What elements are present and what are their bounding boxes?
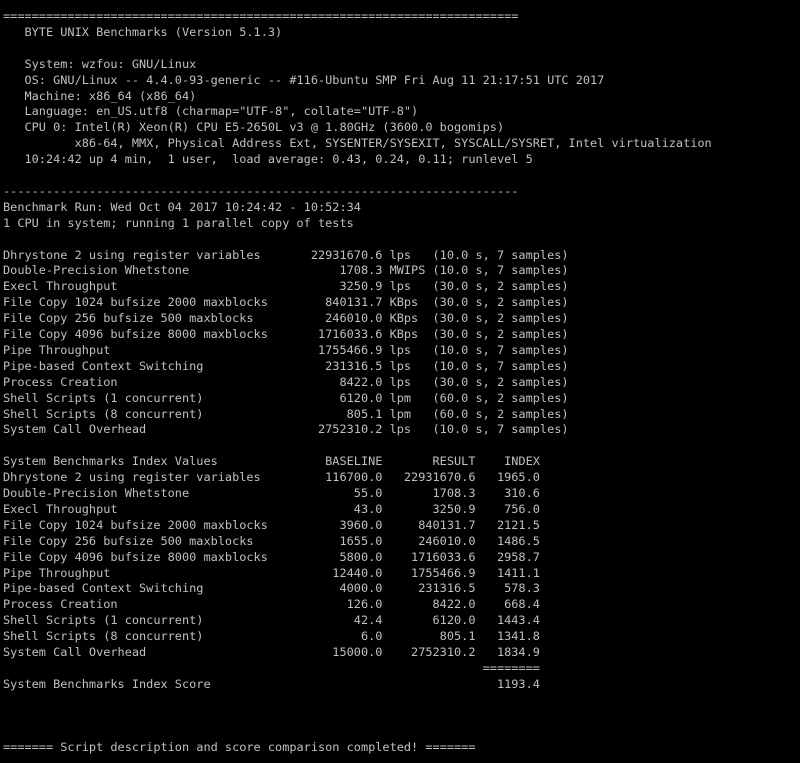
terminal-line: System Benchmarks Index Values BASELINE … — [3, 454, 540, 469]
terminal-line: System Benchmarks Index Score 1193.4 — [3, 676, 540, 691]
terminal-line: Double-Precision Whetstone 55.0 1708.3 3… — [3, 486, 540, 500]
terminal-line: ======= Script description and score com… — [3, 740, 476, 755]
terminal-line: File Copy 256 bufsize 500 maxblocks 1655… — [3, 533, 540, 548]
terminal-line: System Call Overhead 15000.0 2752310.2 1… — [3, 645, 540, 659]
terminal-window[interactable]: ========================================… — [0, 0, 800, 763]
terminal-line: System Call Overhead 2752310.2 lps (10.0… — [3, 422, 569, 437]
terminal-line: Dhrystone 2 using register variables 229… — [3, 247, 569, 262]
terminal-line: Pipe Throughput 12440.0 1755466.9 1411.1 — [3, 565, 540, 580]
terminal-line: 1 CPU in system; running 1 parallel copy… — [3, 215, 354, 230]
terminal-line: Pipe-based Context Switching 231316.5 lp… — [3, 358, 569, 373]
terminal-line: Shell Scripts (8 concurrent) 805.1 lpm (… — [3, 406, 569, 421]
terminal-line: Shell Scripts (1 concurrent) 42.4 6120.0… — [3, 613, 540, 628]
terminal-line: File Copy 4096 bufsize 8000 maxblocks 17… — [3, 327, 569, 341]
terminal-line: CPU 0: Intel(R) Xeon(R) CPU E5-2650L v3 … — [3, 120, 505, 135]
terminal-line: File Copy 4096 bufsize 8000 maxblocks 58… — [3, 549, 540, 564]
terminal-line: 10:24:42 up 4 min, 1 user, load average:… — [3, 152, 533, 167]
terminal-line: Benchmark Run: Wed Oct 04 2017 10:24:42 … — [3, 199, 361, 214]
terminal-line: ----------------------------------------… — [3, 183, 519, 198]
terminal-line: OS: GNU/Linux -- 4.4.0-93-generic -- #11… — [3, 72, 605, 87]
terminal-line: BYTE UNIX Benchmarks (Version 5.1.3) — [3, 24, 283, 39]
terminal-line: Pipe Throughput 1755466.9 lps (10.0 s, 7… — [3, 342, 569, 357]
terminal-line: x86-64, MMX, Physical Address Ext, SYSEN… — [3, 136, 712, 151]
terminal-line: Pipe-based Context Switching 4000.0 2313… — [3, 581, 540, 596]
terminal-line: Execl Throughput 43.0 3250.9 756.0 — [3, 501, 540, 516]
terminal-line: System: wzfou: GNU/Linux — [3, 56, 197, 71]
terminal-line: Language: en_US.utf8 (charmap="UTF-8", c… — [3, 104, 419, 119]
terminal-line: ========================================… — [3, 9, 519, 23]
terminal-line: Shell Scripts (8 concurrent) 6.0 805.1 1… — [3, 629, 540, 644]
terminal-line: File Copy 1024 bufsize 2000 maxblocks 84… — [3, 295, 569, 310]
terminal-line: Process Creation 8422.0 lps (30.0 s, 2 s… — [3, 374, 569, 389]
terminal-line: File Copy 256 bufsize 500 maxblocks 2460… — [3, 311, 569, 326]
terminal-line: Dhrystone 2 using register variables 116… — [3, 470, 540, 485]
terminal-line: Process Creation 126.0 8422.0 668.4 — [3, 597, 540, 612]
terminal-line: Double-Precision Whetstone 1708.3 MWIPS … — [3, 263, 569, 278]
terminal-line: Machine: x86_64 (x86_64) — [3, 88, 197, 103]
terminal-line: Execl Throughput 3250.9 lps (30.0 s, 2 s… — [3, 279, 569, 294]
terminal-line: Shell Scripts (1 concurrent) 6120.0 lpm … — [3, 390, 569, 405]
terminal-line: File Copy 1024 bufsize 2000 maxblocks 39… — [3, 517, 540, 532]
terminal-line: ======== — [3, 660, 540, 675]
